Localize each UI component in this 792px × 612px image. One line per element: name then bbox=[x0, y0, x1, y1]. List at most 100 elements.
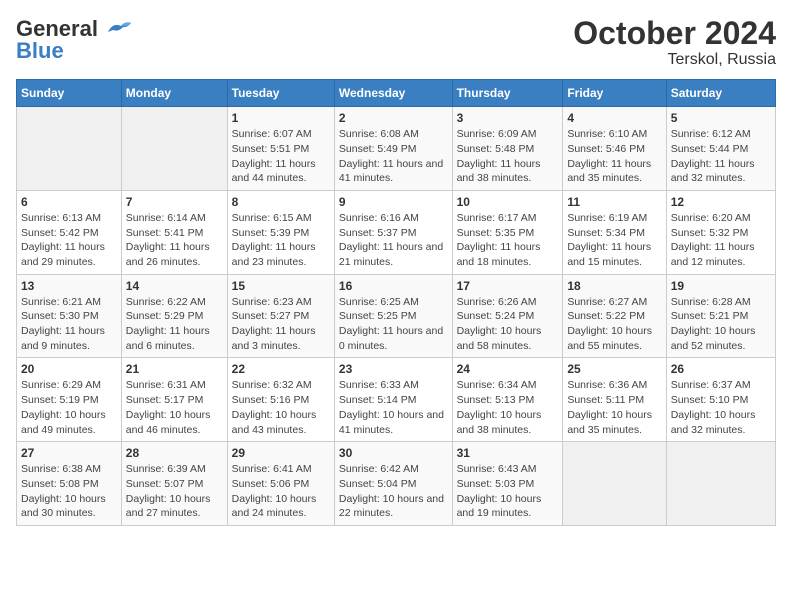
calendar-cell: 1Sunrise: 6:07 AMSunset: 5:51 PMDaylight… bbox=[227, 107, 334, 191]
calendar-table: SundayMondayTuesdayWednesdayThursdayFrid… bbox=[16, 79, 776, 526]
day-info: Sunrise: 6:39 AMSunset: 5:07 PMDaylight:… bbox=[126, 462, 223, 521]
day-info: Sunrise: 6:33 AMSunset: 5:14 PMDaylight:… bbox=[339, 378, 448, 437]
day-info: Sunrise: 6:15 AMSunset: 5:39 PMDaylight:… bbox=[232, 211, 330, 270]
day-number: 23 bbox=[339, 362, 448, 376]
day-info: Sunrise: 6:08 AMSunset: 5:49 PMDaylight:… bbox=[339, 127, 448, 186]
day-number: 31 bbox=[457, 446, 559, 460]
day-number: 5 bbox=[671, 111, 771, 125]
calendar-cell: 8 Sunrise: 6:15 AMSunset: 5:39 PMDaylight… bbox=[227, 190, 334, 274]
logo-text-blue: Blue bbox=[16, 38, 64, 64]
day-info: Sunrise: 6:37 AMSunset: 5:10 PMDaylight:… bbox=[671, 378, 771, 437]
col-header-saturday: Saturday bbox=[666, 80, 775, 107]
title-block: October 2024 Terskol, Russia bbox=[573, 16, 776, 69]
day-info: Sunrise: 6:31 AMSunset: 5:17 PMDaylight:… bbox=[126, 378, 223, 437]
day-info: Sunrise: 6:41 AMSunset: 5:06 PMDaylight:… bbox=[232, 462, 330, 521]
calendar-week-row: 27 Sunrise: 6:38 AMSunset: 5:08 PMDayligh… bbox=[17, 442, 776, 526]
calendar-cell: 27 Sunrise: 6:38 AMSunset: 5:08 PMDayligh… bbox=[17, 442, 122, 526]
calendar-cell: 29 Sunrise: 6:41 AMSunset: 5:06 PMDayligh… bbox=[227, 442, 334, 526]
day-number: 11 bbox=[567, 195, 661, 209]
calendar-header-row: SundayMondayTuesdayWednesdayThursdayFrid… bbox=[17, 80, 776, 107]
calendar-cell: 16 Sunrise: 6:25 AMSunset: 5:25 PMDayligh… bbox=[334, 274, 452, 358]
calendar-cell bbox=[121, 107, 227, 191]
calendar-cell: 24 Sunrise: 6:34 AMSunset: 5:13 PMDayligh… bbox=[452, 358, 563, 442]
calendar-cell: 23 Sunrise: 6:33 AMSunset: 5:14 PMDayligh… bbox=[334, 358, 452, 442]
day-info: Sunrise: 6:27 AMSunset: 5:22 PMDaylight:… bbox=[567, 295, 661, 354]
calendar-cell: 20Sunrise: 6:29 AMSunset: 5:19 PMDayligh… bbox=[17, 358, 122, 442]
day-number: 25 bbox=[567, 362, 661, 376]
calendar-cell: 30 Sunrise: 6:42 AMSunset: 5:04 PMDayligh… bbox=[334, 442, 452, 526]
calendar-cell: 9 Sunrise: 6:16 AMSunset: 5:37 PMDaylight… bbox=[334, 190, 452, 274]
calendar-cell bbox=[563, 442, 666, 526]
calendar-week-row: 1Sunrise: 6:07 AMSunset: 5:51 PMDaylight… bbox=[17, 107, 776, 191]
day-info: Sunrise: 6:21 AMSunset: 5:30 PMDaylight:… bbox=[21, 295, 117, 354]
day-number: 27 bbox=[21, 446, 117, 460]
day-info: Sunrise: 6:16 AMSunset: 5:37 PMDaylight:… bbox=[339, 211, 448, 270]
day-info: Sunrise: 6:28 AMSunset: 5:21 PMDaylight:… bbox=[671, 295, 771, 354]
calendar-cell: 26 Sunrise: 6:37 AMSunset: 5:10 PMDayligh… bbox=[666, 358, 775, 442]
day-number: 22 bbox=[232, 362, 330, 376]
day-number: 26 bbox=[671, 362, 771, 376]
day-number: 18 bbox=[567, 279, 661, 293]
day-number: 7 bbox=[126, 195, 223, 209]
calendar-cell: 5 Sunrise: 6:12 AMSunset: 5:44 PMDaylight… bbox=[666, 107, 775, 191]
logo: General Blue bbox=[16, 16, 133, 64]
day-info: Sunrise: 6:22 AMSunset: 5:29 PMDaylight:… bbox=[126, 295, 223, 354]
day-number: 30 bbox=[339, 446, 448, 460]
calendar-cell: 12 Sunrise: 6:20 AMSunset: 5:32 PMDayligh… bbox=[666, 190, 775, 274]
day-info: Sunrise: 6:12 AMSunset: 5:44 PMDaylight:… bbox=[671, 127, 771, 186]
day-number: 16 bbox=[339, 279, 448, 293]
day-info: Sunrise: 6:32 AMSunset: 5:16 PMDaylight:… bbox=[232, 378, 330, 437]
day-number: 2 bbox=[339, 111, 448, 125]
calendar-cell: 13Sunrise: 6:21 AMSunset: 5:30 PMDayligh… bbox=[17, 274, 122, 358]
col-header-tuesday: Tuesday bbox=[227, 80, 334, 107]
day-number: 15 bbox=[232, 279, 330, 293]
day-number: 8 bbox=[232, 195, 330, 209]
day-info: Sunrise: 6:43 AMSunset: 5:03 PMDaylight:… bbox=[457, 462, 559, 521]
day-number: 24 bbox=[457, 362, 559, 376]
day-number: 12 bbox=[671, 195, 771, 209]
calendar-week-row: 20Sunrise: 6:29 AMSunset: 5:19 PMDayligh… bbox=[17, 358, 776, 442]
calendar-cell: 18 Sunrise: 6:27 AMSunset: 5:22 PMDayligh… bbox=[563, 274, 666, 358]
page-subtitle: Terskol, Russia bbox=[573, 51, 776, 69]
day-number: 10 bbox=[457, 195, 559, 209]
day-info: Sunrise: 6:14 AMSunset: 5:41 PMDaylight:… bbox=[126, 211, 223, 270]
calendar-cell: 21 Sunrise: 6:31 AMSunset: 5:17 PMDayligh… bbox=[121, 358, 227, 442]
calendar-cell bbox=[17, 107, 122, 191]
calendar-cell: 17Sunrise: 6:26 AMSunset: 5:24 PMDayligh… bbox=[452, 274, 563, 358]
calendar-cell: 3Sunrise: 6:09 AMSunset: 5:48 PMDaylight… bbox=[452, 107, 563, 191]
day-info: Sunrise: 6:19 AMSunset: 5:34 PMDaylight:… bbox=[567, 211, 661, 270]
day-info: Sunrise: 6:36 AMSunset: 5:11 PMDaylight:… bbox=[567, 378, 661, 437]
day-info: Sunrise: 6:38 AMSunset: 5:08 PMDaylight:… bbox=[21, 462, 117, 521]
day-info: Sunrise: 6:25 AMSunset: 5:25 PMDaylight:… bbox=[339, 295, 448, 354]
day-number: 6 bbox=[21, 195, 117, 209]
calendar-cell: 10 Sunrise: 6:17 AMSunset: 5:35 PMDayligh… bbox=[452, 190, 563, 274]
col-header-wednesday: Wednesday bbox=[334, 80, 452, 107]
day-number: 29 bbox=[232, 446, 330, 460]
calendar-cell: 7 Sunrise: 6:14 AMSunset: 5:41 PMDaylight… bbox=[121, 190, 227, 274]
day-info: Sunrise: 6:29 AMSunset: 5:19 PMDaylight:… bbox=[21, 378, 117, 437]
calendar-cell: 11 Sunrise: 6:19 AMSunset: 5:34 PMDayligh… bbox=[563, 190, 666, 274]
calendar-cell bbox=[666, 442, 775, 526]
calendar-cell: 2 Sunrise: 6:08 AMSunset: 5:49 PMDaylight… bbox=[334, 107, 452, 191]
logo-bird-icon bbox=[103, 18, 133, 40]
day-number: 28 bbox=[126, 446, 223, 460]
col-header-sunday: Sunday bbox=[17, 80, 122, 107]
day-info: Sunrise: 6:26 AMSunset: 5:24 PMDaylight:… bbox=[457, 295, 559, 354]
page-header: General Blue October 2024 Terskol, Russi… bbox=[16, 16, 776, 69]
calendar-cell: 31 Sunrise: 6:43 AMSunset: 5:03 PMDayligh… bbox=[452, 442, 563, 526]
col-header-thursday: Thursday bbox=[452, 80, 563, 107]
calendar-week-row: 13Sunrise: 6:21 AMSunset: 5:30 PMDayligh… bbox=[17, 274, 776, 358]
calendar-cell: 28 Sunrise: 6:39 AMSunset: 5:07 PMDayligh… bbox=[121, 442, 227, 526]
calendar-cell: 22 Sunrise: 6:32 AMSunset: 5:16 PMDayligh… bbox=[227, 358, 334, 442]
calendar-week-row: 6Sunrise: 6:13 AMSunset: 5:42 PMDaylight… bbox=[17, 190, 776, 274]
day-info: Sunrise: 6:20 AMSunset: 5:32 PMDaylight:… bbox=[671, 211, 771, 270]
day-info: Sunrise: 6:34 AMSunset: 5:13 PMDaylight:… bbox=[457, 378, 559, 437]
day-number: 21 bbox=[126, 362, 223, 376]
day-number: 9 bbox=[339, 195, 448, 209]
day-info: Sunrise: 6:17 AMSunset: 5:35 PMDaylight:… bbox=[457, 211, 559, 270]
calendar-cell: 14Sunrise: 6:22 AMSunset: 5:29 PMDayligh… bbox=[121, 274, 227, 358]
col-header-monday: Monday bbox=[121, 80, 227, 107]
calendar-cell: 15Sunrise: 6:23 AMSunset: 5:27 PMDayligh… bbox=[227, 274, 334, 358]
day-info: Sunrise: 6:42 AMSunset: 5:04 PMDaylight:… bbox=[339, 462, 448, 521]
day-info: Sunrise: 6:07 AMSunset: 5:51 PMDaylight:… bbox=[232, 127, 330, 186]
